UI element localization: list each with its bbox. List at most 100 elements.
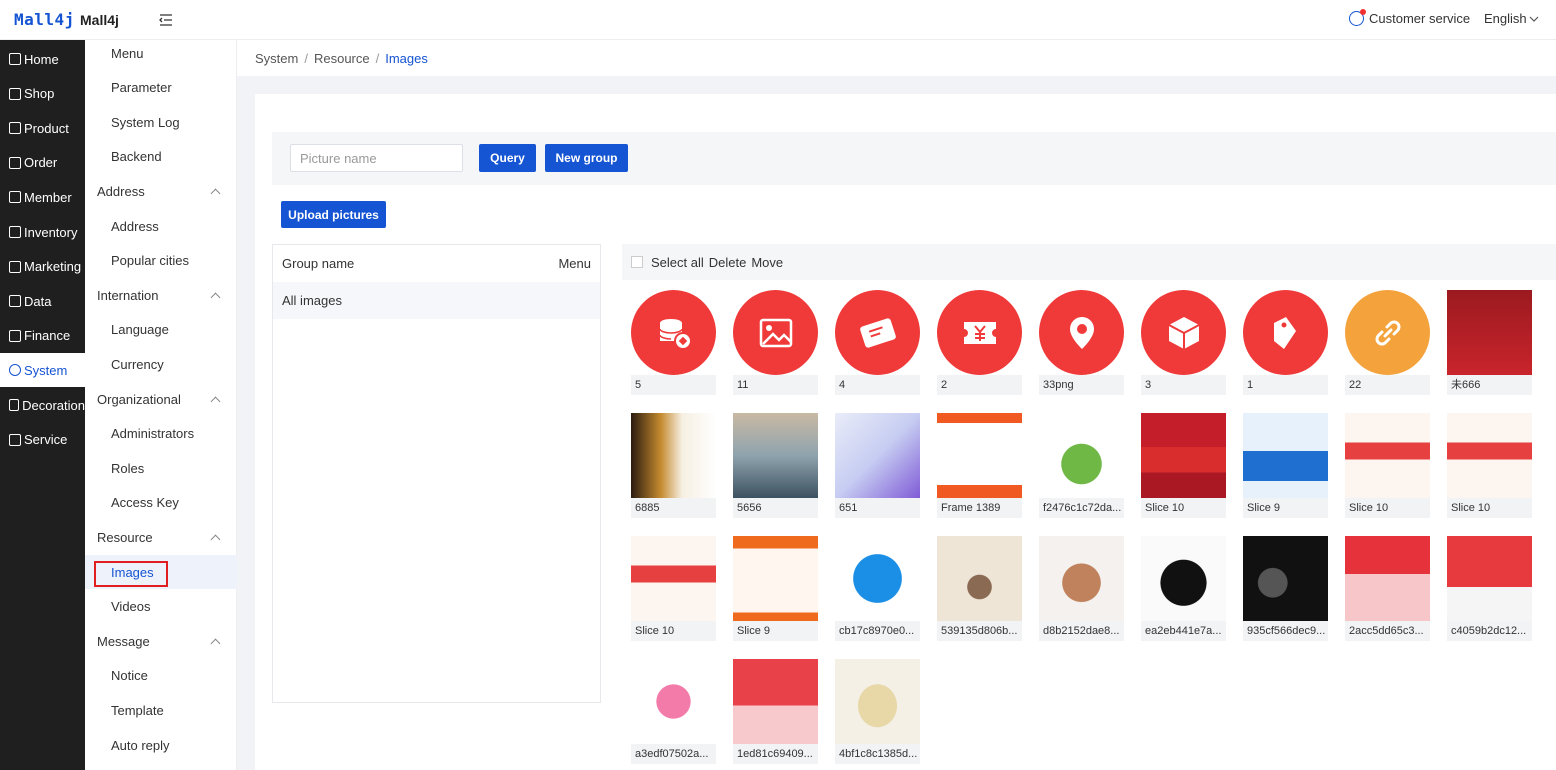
image-thumbnail[interactable]: 5 [631,290,716,395]
submenu-group-internation[interactable]: Internation [85,278,237,312]
image-thumbnail[interactable]: 539135d806b... [937,536,1022,641]
image-preview[interactable] [1345,536,1430,621]
submenu-group-organizational[interactable]: Organizational [85,382,237,416]
submenu-group-address[interactable]: Address [85,174,237,208]
image-thumbnail[interactable]: 935cf566dec9... [1243,536,1328,641]
new-group-button[interactable]: New group [545,144,628,172]
image-thumbnail[interactable]: Slice 10 [631,536,716,641]
image-preview[interactable] [1141,290,1226,375]
move-button[interactable]: Move [751,255,783,270]
rail-item-service[interactable]: Service [0,423,85,457]
image-preview[interactable] [1039,290,1124,375]
submenu-leaf-parameter[interactable]: Parameter [85,71,237,105]
image-thumbnail[interactable]: 2 [937,290,1022,395]
image-thumbnail[interactable]: Slice 10 [1345,413,1430,518]
submenu-leaf-auto-reply[interactable]: Auto reply [85,728,237,762]
picture-name-input[interactable] [290,144,463,172]
image-preview[interactable] [1345,413,1430,498]
delete-button[interactable]: Delete [709,255,747,270]
image-thumbnail[interactable]: 651 [835,413,920,518]
image-thumbnail[interactable]: 5656 [733,413,818,518]
collapse-menu-icon[interactable] [158,12,174,28]
image-preview[interactable] [937,536,1022,621]
image-preview[interactable] [1447,536,1532,621]
submenu-group-resource[interactable]: Resource [85,520,237,554]
image-thumbnail[interactable]: Slice 10 [1141,413,1226,518]
image-preview[interactable] [1243,290,1328,375]
rail-item-data[interactable]: Data [0,284,85,318]
image-preview[interactable] [1447,290,1532,375]
image-thumbnail[interactable]: 6885 [631,413,716,518]
image-thumbnail[interactable]: 22 [1345,290,1430,395]
submenu-leaf-notice[interactable]: Notice [85,659,237,693]
image-preview[interactable] [1141,536,1226,621]
image-thumbnail[interactable]: 2acc5dd65c3... [1345,536,1430,641]
image-preview[interactable] [733,659,818,744]
image-thumbnail[interactable]: ea2eb441e7a... [1141,536,1226,641]
image-thumbnail[interactable]: 4bf1c8c1385d... [835,659,920,764]
image-preview[interactable] [835,413,920,498]
image-preview[interactable] [1243,413,1328,498]
image-thumbnail[interactable]: Slice 10 [1447,413,1532,518]
submenu-leaf-language[interactable]: Language [85,313,237,347]
breadcrumb-resource[interactable]: Resource [314,51,370,66]
rail-item-home[interactable]: Home [0,42,85,76]
image-preview[interactable] [631,659,716,744]
image-thumbnail[interactable]: c4059b2dc12... [1447,536,1532,641]
language-dropdown[interactable]: English [1484,11,1539,26]
rail-item-shop[interactable]: Shop [0,77,85,111]
image-thumbnail[interactable]: 4 [835,290,920,395]
image-preview[interactable] [1345,290,1430,375]
rail-item-system[interactable]: System [0,353,85,388]
rail-item-member[interactable]: Member [0,180,85,214]
image-thumbnail[interactable]: 3 [1141,290,1226,395]
image-preview[interactable] [937,413,1022,498]
submenu-leaf-access-key[interactable]: Access Key [85,486,237,520]
image-preview[interactable] [835,536,920,621]
image-thumbnail[interactable]: Slice 9 [1243,413,1328,518]
image-thumbnail[interactable]: 33png [1039,290,1124,395]
submenu-leaf-menu[interactable]: Menu [85,36,237,70]
image-preview[interactable] [631,413,716,498]
customer-service-button[interactable]: Customer service [1349,9,1470,26]
rail-item-decoration[interactable]: Decoration [0,388,85,422]
rail-item-marketing[interactable]: Marketing [0,250,85,284]
image-preview[interactable] [835,290,920,375]
image-preview[interactable] [1039,536,1124,621]
image-thumbnail[interactable]: 1ed81c69409... [733,659,818,764]
submenu-leaf-roles[interactable]: Roles [85,451,237,485]
image-thumbnail[interactable]: 11 [733,290,818,395]
image-preview[interactable] [1141,413,1226,498]
image-preview[interactable] [1039,413,1124,498]
submenu-leaf-videos[interactable]: Videos [85,590,237,624]
image-preview[interactable] [733,536,818,621]
image-preview[interactable] [937,290,1022,375]
group-item-all-images[interactable]: All images [273,282,600,319]
submenu-leaf-backend[interactable]: Backend [85,140,237,174]
rail-item-order[interactable]: Order [0,146,85,180]
select-all-checkbox[interactable] [631,256,643,268]
image-preview[interactable] [733,413,818,498]
image-preview[interactable] [733,290,818,375]
submenu-leaf-popular-cities[interactable]: Popular cities [85,244,237,278]
select-all-label[interactable]: Select all [651,255,704,270]
image-preview[interactable] [1243,536,1328,621]
rail-item-finance[interactable]: Finance [0,319,85,353]
submenu-leaf-administrators[interactable]: Administrators [85,417,237,451]
image-preview[interactable] [835,659,920,744]
image-thumbnail[interactable]: a3edf07502a... [631,659,716,764]
upload-pictures-button[interactable]: Upload pictures [281,201,386,228]
image-thumbnail[interactable]: 未666 [1447,290,1532,395]
image-thumbnail[interactable]: d8b2152dae8... [1039,536,1124,641]
submenu-leaf-address[interactable]: Address [85,209,237,243]
submenu-leaf-system-log[interactable]: System Log [85,105,237,139]
submenu-leaf-currency[interactable]: Currency [85,347,237,381]
rail-item-product[interactable]: Product [0,111,85,145]
image-preview[interactable] [631,290,716,375]
image-thumbnail[interactable]: Frame 1389 [937,413,1022,518]
rail-item-inventory[interactable]: Inventory [0,215,85,249]
image-thumbnail[interactable]: cb17c8970e0... [835,536,920,641]
submenu-leaf-template[interactable]: Template [85,693,237,727]
image-thumbnail[interactable]: f2476c1c72da... [1039,413,1124,518]
image-thumbnail[interactable]: 1 [1243,290,1328,395]
